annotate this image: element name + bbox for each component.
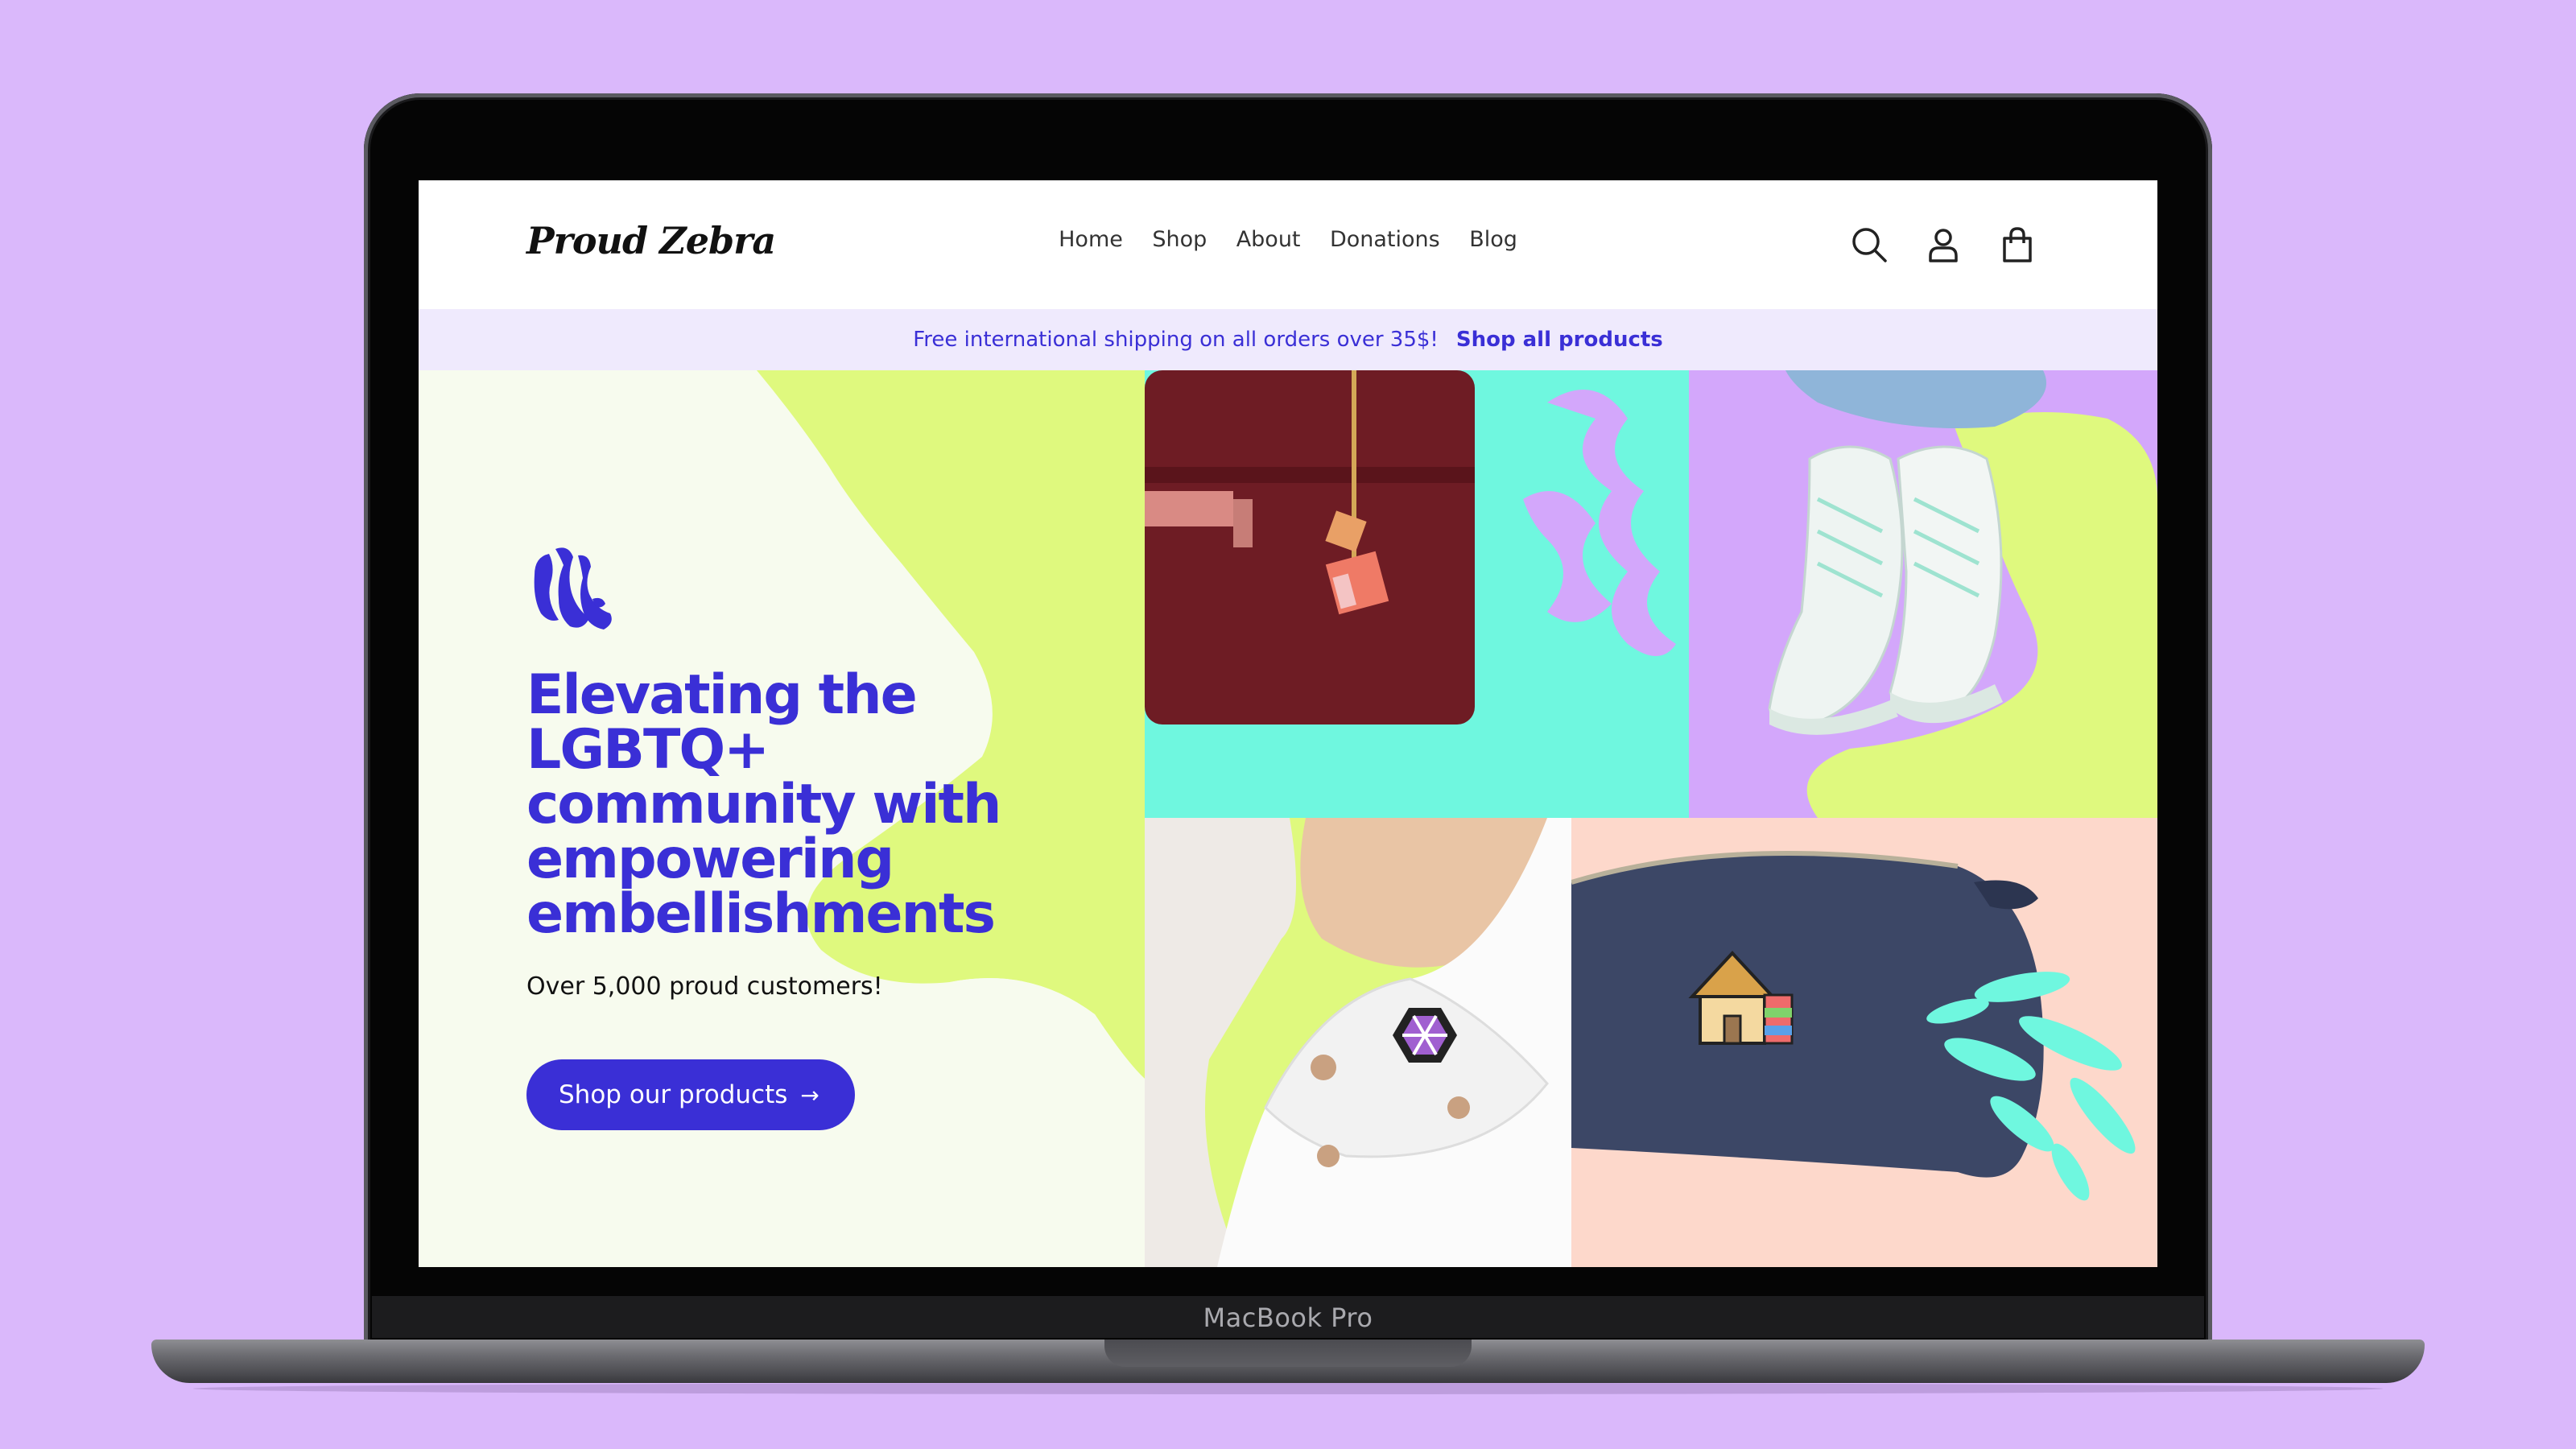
cart-icon[interactable]	[1998, 225, 2037, 264]
sneakers-illustration	[1768, 370, 2157, 818]
laptop-notch	[1104, 1340, 1472, 1367]
announcement-text: Free international shipping on all order…	[913, 328, 1439, 352]
arrow-right-icon: →	[800, 1082, 819, 1108]
pouch-illustration	[1571, 851, 2136, 1201]
shop-all-link[interactable]: Shop all products	[1456, 328, 1663, 352]
nav-about[interactable]: About	[1236, 227, 1301, 252]
product-image-handbag[interactable]	[1145, 370, 1689, 818]
product-image-collar-pin[interactable]	[1145, 818, 1571, 1267]
hero-headline: Elevating the LGBTQ+ community with empo…	[526, 663, 1001, 946]
website-screen: Proud Zebra Home Shop About Donations Bl…	[419, 180, 2157, 1267]
zebra-mark-icon	[534, 547, 612, 630]
handbag-illustration	[1145, 370, 1676, 724]
nav-shop[interactable]: Shop	[1152, 227, 1207, 252]
collar-pin-illustration	[1145, 818, 1571, 1267]
cta-label: Shop our products	[559, 1080, 788, 1109]
header-icons	[1850, 225, 2037, 264]
search-icon[interactable]	[1850, 225, 1889, 264]
account-icon[interactable]	[1924, 225, 1963, 264]
announcement-bar: Free international shipping on all order…	[419, 309, 2157, 370]
laptop-shadow	[193, 1383, 2383, 1394]
site-header: Proud Zebra Home Shop About Donations Bl…	[419, 180, 2157, 309]
hero-subtitle: Over 5,000 proud customers!	[526, 972, 883, 1001]
product-image-pouch[interactable]	[1571, 818, 2157, 1267]
nav-blog[interactable]: Blog	[1469, 227, 1517, 252]
nav-donations[interactable]: Donations	[1330, 227, 1440, 252]
hero-section: Elevating the LGBTQ+ community with empo…	[419, 370, 1145, 1267]
nav-home[interactable]: Home	[1059, 227, 1123, 252]
product-image-shoelaces[interactable]	[1689, 370, 2157, 818]
shop-products-button[interactable]: Shop our products →	[526, 1059, 855, 1130]
model-label: MacBook Pro	[1203, 1302, 1373, 1333]
